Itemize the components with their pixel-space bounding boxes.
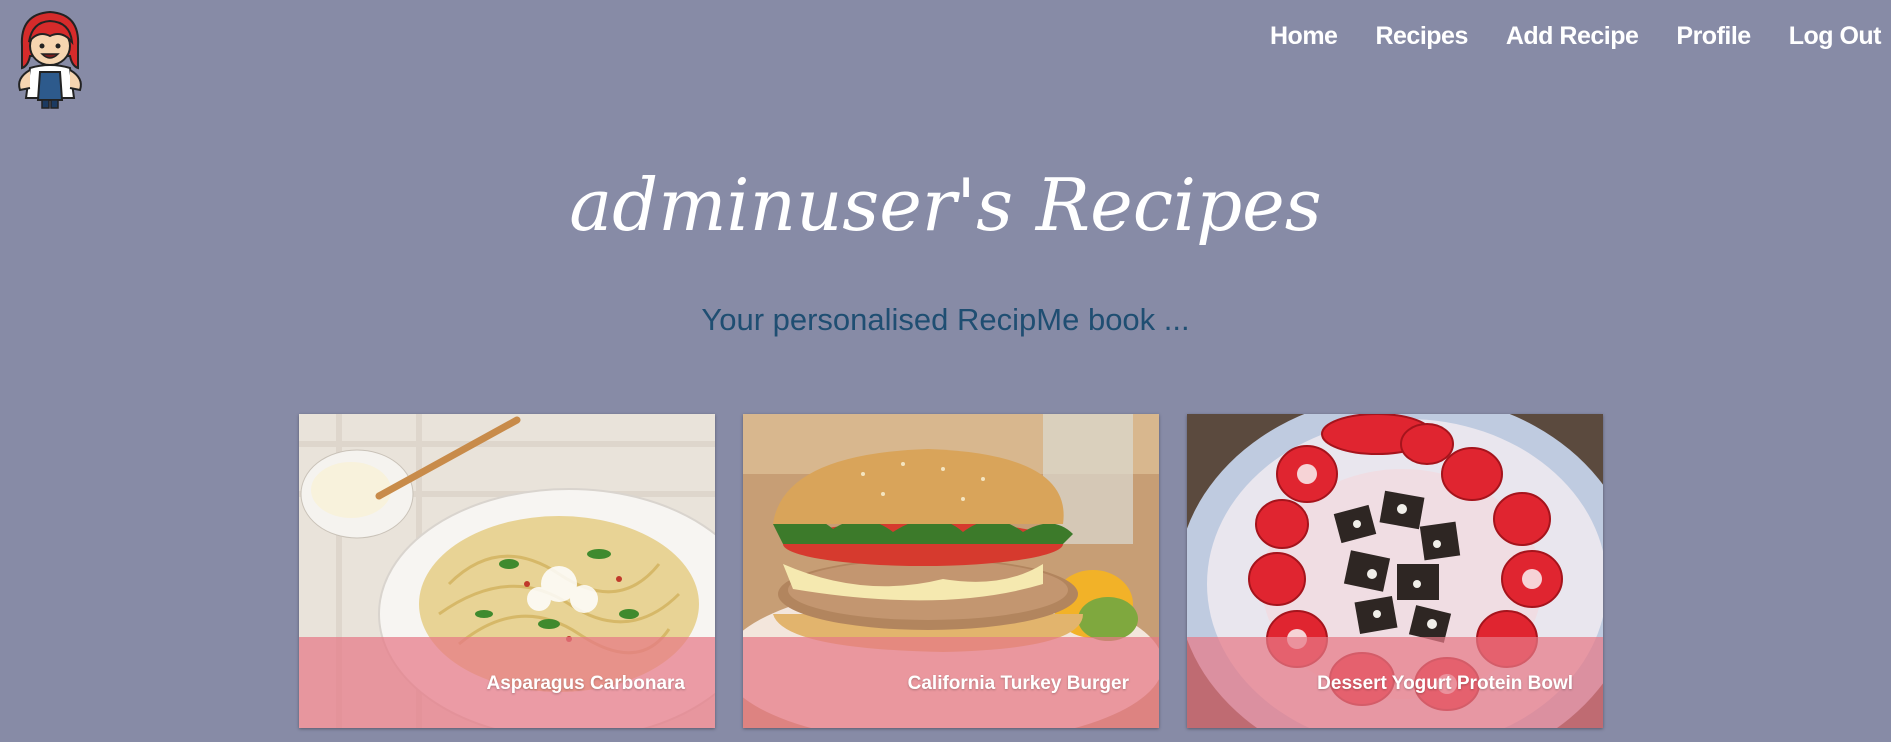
logo[interactable] (12, 6, 88, 110)
nav-logout-link[interactable]: Log Out (1789, 20, 1882, 52)
page-subtitle: Your personalised RecipMe book ... (701, 302, 1190, 337)
recipe-title: Asparagus Carbonara (486, 673, 685, 694)
page: Home Recipes Add Recipe Profile Log Out … (0, 0, 1891, 742)
recipe-card[interactable]: California Turkey Burger (743, 414, 1159, 728)
nav-add-recipe-link[interactable]: Add Recipe (1506, 20, 1639, 52)
recipe-title: California Turkey Burger (907, 673, 1129, 694)
recipe-title: Dessert Yogurt Protein Bowl (1317, 673, 1573, 694)
recipe-card[interactable]: Asparagus Carbonara (299, 414, 715, 728)
page-title: adminuser's Recipes (569, 163, 1322, 247)
recipe-card-list: Asparagus Carbonara California Turkey Bu… (299, 414, 1603, 728)
recipe-card[interactable]: Dessert Yogurt Protein Bowl (1187, 414, 1603, 728)
nav-recipes-link[interactable]: Recipes (1375, 20, 1468, 52)
nav-profile-link[interactable]: Profile (1676, 20, 1751, 52)
chef-girl-icon (18, 10, 82, 109)
main-nav: Home Recipes Add Recipe Profile Log Out (1232, 20, 1882, 52)
nav-home-link[interactable]: Home (1270, 20, 1338, 52)
